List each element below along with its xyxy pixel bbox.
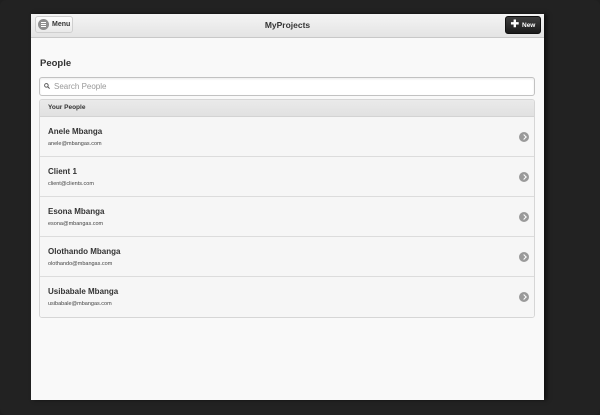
chevron-right-icon — [519, 172, 529, 182]
chevron-right-icon — [519, 212, 529, 222]
person-email: anele@mbangas.com — [48, 141, 102, 147]
person-email: usibabale@mbangas.com — [48, 301, 112, 307]
person-email: client@clients.com — [48, 181, 94, 187]
person-email: olothando@mbangas.com — [48, 261, 113, 267]
people-list: Your People Anele Mbanga anele@mbangas.c… — [39, 99, 535, 318]
list-header: Your People — [40, 100, 534, 117]
chevron-right-icon — [519, 292, 529, 302]
app-header: Menu MyProjects ✚ New — [31, 14, 544, 38]
page-title: People — [40, 58, 72, 69]
search-icon — [44, 83, 50, 89]
app-screen: Menu MyProjects ✚ New People Your People… — [31, 14, 544, 400]
person-name: Client 1 — [48, 167, 77, 176]
new-button-label: New — [522, 21, 536, 29]
list-item[interactable]: Client 1 client@clients.com — [40, 157, 534, 197]
list-item[interactable]: Usibabale Mbanga usibabale@mbangas.com — [40, 277, 534, 317]
person-email: esona@mbangas.com — [48, 221, 104, 227]
plus-icon: ✚ — [510, 19, 519, 30]
app-title: MyProjects — [264, 20, 311, 30]
new-button[interactable]: ✚ New — [505, 16, 541, 34]
search-box — [39, 77, 535, 96]
person-name: Olothando Mbanga — [48, 247, 121, 256]
list-item[interactable]: Esona Mbanga esona@mbangas.com — [40, 197, 534, 237]
device-frame: Menu MyProjects ✚ New People Your People… — [0, 0, 600, 415]
chevron-right-icon — [519, 132, 529, 142]
chevron-right-icon — [519, 252, 529, 262]
search-input[interactable] — [54, 78, 524, 95]
person-name: Usibabale Mbanga — [48, 287, 119, 296]
list-item[interactable]: Anele Mbanga anele@mbangas.com — [40, 117, 534, 157]
list-item[interactable]: Olothando Mbanga olothando@mbangas.com — [40, 237, 534, 277]
person-name: Esona Mbanga — [48, 207, 105, 216]
person-name: Anele Mbanga — [48, 127, 103, 136]
